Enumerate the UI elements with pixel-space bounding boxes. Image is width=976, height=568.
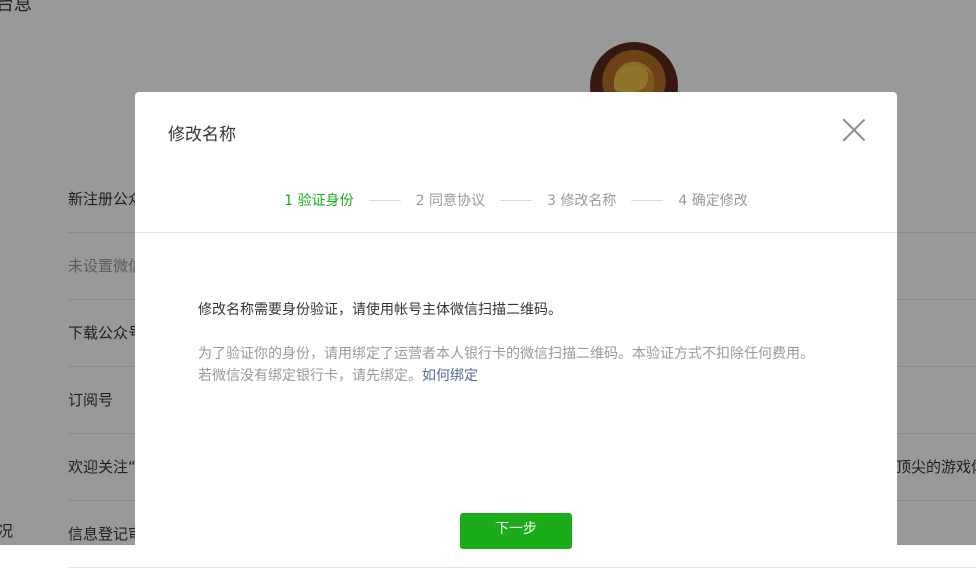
bind-card-hint: 若微信没有绑定银行卡，请先绑定。 — [198, 368, 422, 384]
step-change-name: 3 修改名称 — [547, 193, 617, 209]
rename-dialog: 修改名称 1 验证身份 2 同意协议 3 修改名称 4 确定修改 修改名称需要身… — [135, 92, 897, 552]
step-verify-identity: 1 验证身份 — [284, 193, 354, 209]
step-confirm-change: 4 确定修改 — [678, 193, 748, 209]
next-step-button[interactable]: 下一步 — [460, 513, 572, 549]
step-progress: 1 验证身份 2 同意协议 3 修改名称 4 确定修改 — [135, 190, 897, 210]
step-agree-terms: 2 同意协议 — [415, 193, 485, 209]
step-connector — [500, 199, 532, 201]
step-connector — [631, 199, 664, 201]
close-icon[interactable] — [841, 117, 867, 143]
description-line: 为了验证你的身份，请用绑定了运营者本人银行卡的微信扫描二维码。本验证方式不扣除任… — [198, 346, 814, 362]
description-line: 若微信没有绑定银行卡，请先绑定。如何绑定 — [198, 365, 828, 387]
dialog-title: 修改名称 — [168, 125, 236, 145]
dialog-divider — [135, 232, 897, 233]
how-to-bind-link[interactable]: 如何绑定 — [422, 368, 478, 384]
verification-instruction: 修改名称需要身份验证，请使用帐号主体微信扫描二维码。 — [198, 302, 562, 318]
step-connector — [368, 199, 401, 201]
verification-description: 为了验证你的身份，请用绑定了运营者本人银行卡的微信扫描二维码。本验证方式不扣除任… — [198, 343, 828, 387]
